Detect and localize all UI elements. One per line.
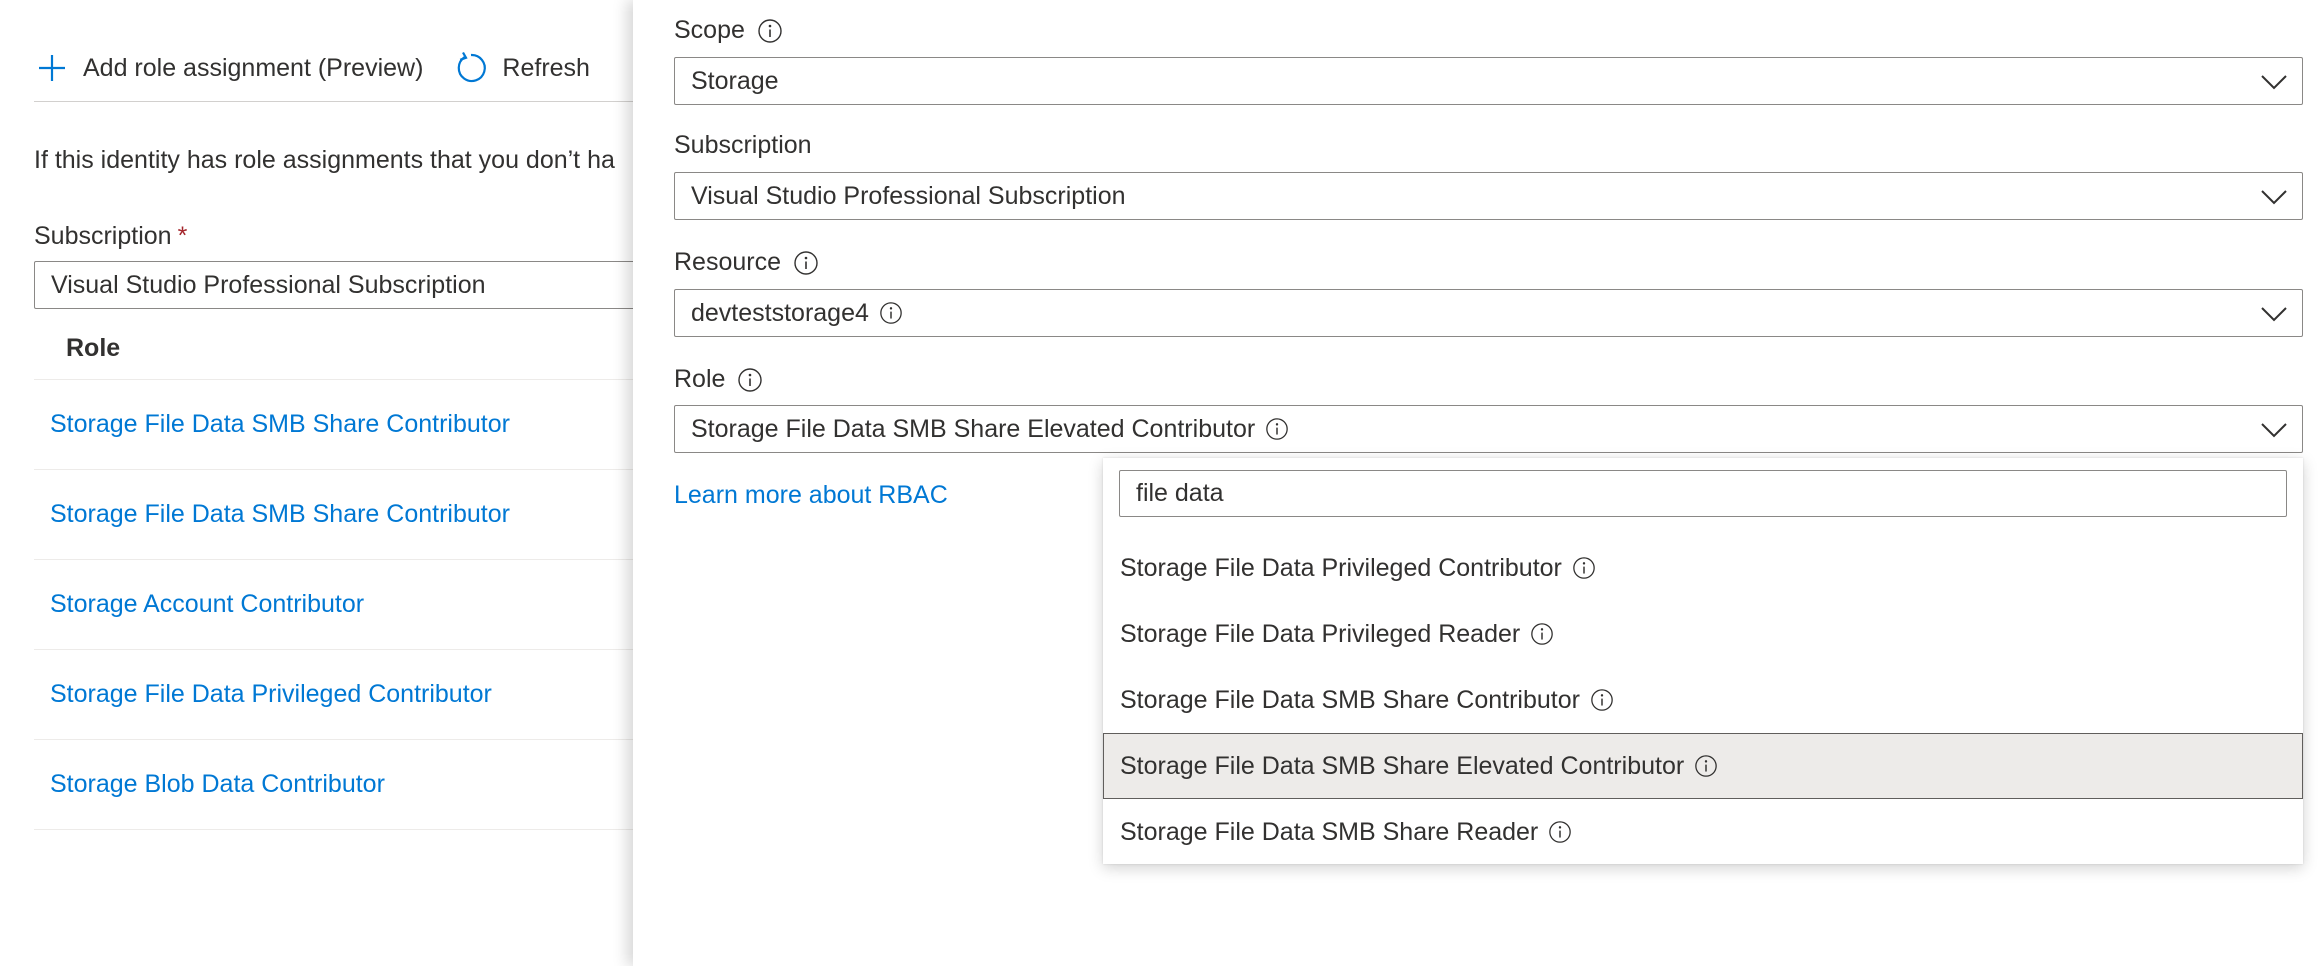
role-assignments-table: Role Storage File Data SMB Share Contrib… (34, 318, 633, 830)
resource-label: Resource (674, 248, 819, 277)
info-icon[interactable] (1548, 820, 1572, 844)
refresh-label: Refresh (502, 53, 590, 82)
role-search-input[interactable] (1119, 470, 2287, 517)
add-role-assignment-panel: Scope Storage Subscription Visual Studio… (633, 0, 2324, 966)
role-link[interactable]: Storage Blob Data Contributor (50, 770, 385, 799)
subscription-select[interactable]: Visual Studio Professional Subscription (34, 261, 633, 309)
add-role-assignment-label: Add role assignment (Preview) (83, 53, 424, 82)
role-label: Role (674, 365, 763, 394)
table-header-role-text: Role (66, 334, 121, 362)
role-option-label: Storage File Data Privileged Reader (1120, 619, 1521, 648)
plus-icon (34, 50, 70, 86)
info-icon[interactable] (1694, 754, 1718, 778)
role-option[interactable]: Storage File Data SMB Share Contributor (1103, 667, 2303, 733)
resource-dropdown[interactable]: devteststorage4 (674, 289, 2303, 337)
scope-label-text: Scope (674, 16, 745, 44)
table-row: Storage File Data Privileged Contributor (34, 650, 633, 740)
role-option-label: Storage File Data SMB Share Reader (1120, 817, 1539, 846)
subscription-label-text: Subscription (34, 222, 172, 250)
refresh-icon (453, 50, 489, 86)
role-link[interactable]: Storage Account Contributor (50, 590, 364, 619)
info-icon[interactable] (793, 250, 819, 276)
chevron-down-icon (2260, 301, 2288, 327)
role-assignments-blade: Add role assignment (Preview) Refresh If… (0, 0, 633, 966)
add-role-assignment-button[interactable]: Add role assignment (Preview) (34, 50, 423, 86)
info-icon[interactable] (757, 18, 783, 44)
table-row: Storage File Data SMB Share Contributor (34, 470, 633, 560)
scope-dropdown-value: Storage (691, 66, 779, 95)
info-icon[interactable] (1530, 622, 1554, 646)
required-marker: * (177, 222, 188, 250)
role-link[interactable]: Storage File Data SMB Share Contributor (50, 410, 510, 439)
panel-subscription-label: Subscription (674, 131, 812, 160)
info-icon[interactable] (737, 367, 763, 393)
info-icon[interactable] (1572, 556, 1596, 580)
resource-dropdown-value-wrap: devteststorage4 (691, 299, 903, 328)
role-option-label: Storage File Data Privileged Contributor (1120, 553, 1562, 582)
refresh-button[interactable]: Refresh (453, 50, 590, 86)
info-icon[interactable] (1590, 688, 1614, 712)
toolbar: Add role assignment (Preview) Refresh (34, 40, 590, 96)
info-icon[interactable] (1265, 417, 1289, 441)
role-option-selected[interactable]: Storage File Data SMB Share Elevated Con… (1103, 733, 2303, 799)
scope-dropdown[interactable]: Storage (674, 57, 2303, 105)
resource-label-text: Resource (674, 248, 781, 276)
role-label-text: Role (674, 365, 726, 393)
role-dropdown-value: Storage File Data SMB Share Elevated Con… (691, 414, 1256, 443)
role-assignment-info-text: If this identity has role assignments th… (34, 146, 615, 174)
chevron-down-icon (2260, 417, 2288, 443)
role-link[interactable]: Storage File Data SMB Share Contributor (50, 500, 510, 529)
role-option[interactable]: Storage File Data Privileged Reader (1103, 601, 2303, 667)
subscription-label: Subscription * (34, 222, 187, 251)
table-row: Storage Blob Data Contributor (34, 740, 633, 830)
role-option-label: Storage File Data SMB Share Contributor (1120, 685, 1580, 714)
subscription-dropdown[interactable]: Visual Studio Professional Subscription (674, 172, 2303, 220)
table-row: Storage Account Contributor (34, 560, 633, 650)
subscription-dropdown-value: Visual Studio Professional Subscription (691, 181, 1126, 210)
scope-label: Scope (674, 16, 783, 45)
role-dropdown-value-wrap: Storage File Data SMB Share Elevated Con… (691, 415, 1289, 444)
chevron-down-icon (2260, 69, 2288, 95)
role-options-list: Storage File Data Privileged Contributor… (1103, 535, 2303, 865)
role-option[interactable]: Storage File Data Privileged Contributor (1103, 535, 2303, 601)
table-row: Storage File Data SMB Share Contributor (34, 380, 633, 470)
table-header-role: Role (34, 318, 633, 380)
learn-more-rbac-link[interactable]: Learn more about RBAC (674, 481, 948, 510)
chevron-down-icon (2260, 184, 2288, 210)
role-dropdown-callout: Storage File Data Privileged Contributor… (1103, 458, 2303, 864)
role-option-label: Storage File Data SMB Share Elevated Con… (1120, 751, 1685, 780)
panel-subscription-label-text: Subscription (674, 131, 812, 159)
role-link[interactable]: Storage File Data Privileged Contributor (50, 680, 492, 709)
role-option[interactable]: Storage File Data SMB Share Reader (1103, 799, 2303, 865)
resource-dropdown-value: devteststorage4 (691, 298, 869, 327)
toolbar-divider (34, 101, 633, 102)
subscription-select-value: Visual Studio Professional Subscription (51, 270, 486, 299)
info-icon[interactable] (879, 301, 903, 325)
role-dropdown[interactable]: Storage File Data SMB Share Elevated Con… (674, 405, 2303, 453)
